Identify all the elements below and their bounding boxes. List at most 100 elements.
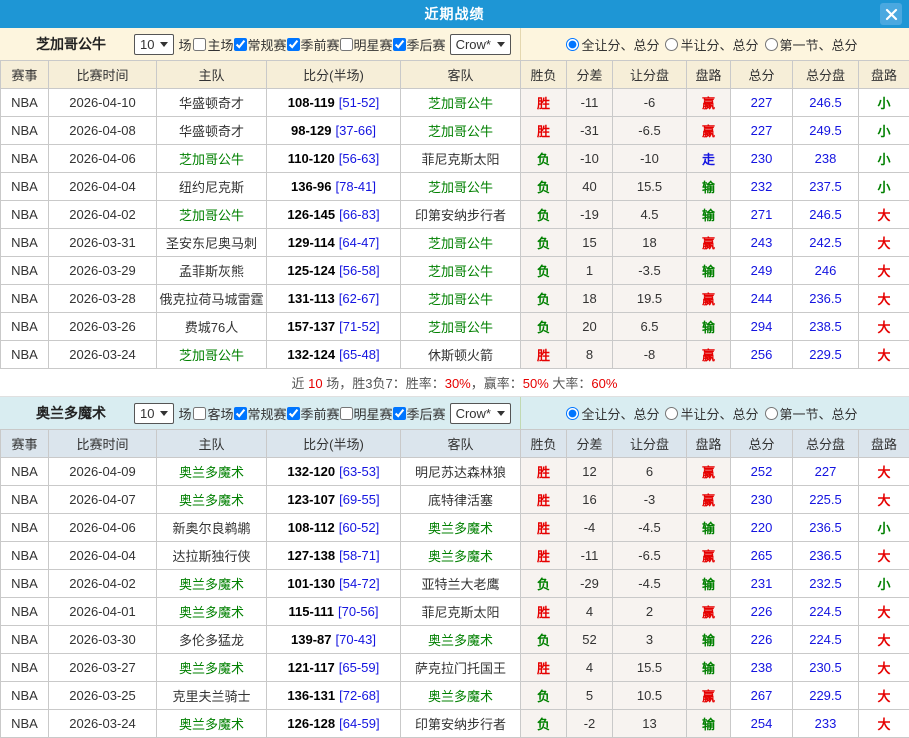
handicap-cell: 18: [613, 229, 687, 257]
score-cell: 123-107[69-55]: [267, 486, 401, 514]
score-cell: 126-145[66-83]: [267, 201, 401, 229]
score-cell: 126-128[64-59]: [267, 710, 401, 738]
away-team-cell: 奥兰多魔术: [401, 542, 521, 570]
score-cell: 125-124[56-58]: [267, 257, 401, 285]
score-fulltime: 129-114: [288, 235, 335, 250]
total-cell: 244: [731, 285, 793, 313]
date-cell: 2026-03-30: [49, 626, 157, 654]
home-team-cell: 奥兰多魔术: [157, 486, 267, 514]
filter-checkbox-input[interactable]: [340, 407, 353, 420]
handicap-result-cell: 输: [687, 514, 731, 542]
score-halftime: [69-55]: [339, 492, 379, 507]
filter-checkbox-input[interactable]: [340, 38, 353, 51]
home-team-cell: 芝加哥公牛: [157, 341, 267, 369]
games-count-value: 10: [140, 406, 154, 421]
total-line-cell: 242.5: [793, 229, 859, 257]
filter-checkbox[interactable]: 常规赛: [234, 35, 287, 54]
team-name: 芝加哥公牛: [36, 34, 106, 54]
stat-mode-radio-input[interactable]: [665, 38, 678, 51]
filter-checkbox[interactable]: 季前赛: [287, 35, 340, 54]
filter-checkbox-input[interactable]: [287, 407, 300, 420]
league-cell: NBA: [1, 458, 49, 486]
filter-checkbox-input[interactable]: [193, 407, 206, 420]
filter-checkbox-input[interactable]: [393, 38, 406, 51]
score-cell: 115-111[70-56]: [267, 598, 401, 626]
score-halftime: [63-53]: [339, 464, 379, 479]
result-cell: 胜: [521, 486, 567, 514]
result-cell: 胜: [521, 514, 567, 542]
result-cell: 胜: [521, 89, 567, 117]
handicap-cell: -3.5: [613, 257, 687, 285]
away-team-cell: 菲尼克斯太阳: [401, 598, 521, 626]
away-team-cell: 菲尼克斯太阳: [401, 145, 521, 173]
filter-checkbox[interactable]: 常规赛: [234, 404, 287, 423]
filter-checkbox-input[interactable]: [234, 38, 247, 51]
point-diff-cell: -11: [567, 542, 613, 570]
filter-checkbox[interactable]: 明星赛: [340, 35, 393, 54]
stat-mode-radio[interactable]: 半让分、总分: [665, 35, 758, 54]
home-team-cell: 克里夫兰骑士: [157, 682, 267, 710]
total-cell: 231: [731, 570, 793, 598]
total-cell: 238: [731, 654, 793, 682]
score-halftime: [64-59]: [339, 716, 379, 731]
filter-checkbox[interactable]: 主场: [193, 35, 233, 54]
game-row: NBA2026-03-24奥兰多魔术126-128[64-59]印第安纳步行者负…: [1, 710, 909, 738]
result-cell: 负: [521, 173, 567, 201]
results-table: 赛事比赛时间主队比分(半场)客队胜负分差让分盘盘路总分总分盘盘路 NBA2026…: [0, 60, 909, 369]
filter-checkbox-input[interactable]: [193, 38, 206, 51]
stat-mode-radio[interactable]: 半让分、总分: [665, 404, 758, 423]
score-halftime: [51-52]: [339, 95, 379, 110]
filter-checkbox-input[interactable]: [287, 38, 300, 51]
handicap-result-cell: 输: [687, 201, 731, 229]
stat-mode-radios: 全让分、总分半让分、总分第一节、总分: [520, 397, 909, 429]
total-line-cell: 232.5: [793, 570, 859, 598]
handicap-result-cell: 输: [687, 257, 731, 285]
score-cell: 129-114[64-47]: [267, 229, 401, 257]
filter-checkboxes: 客场常规赛季前赛明星赛季后赛: [193, 404, 445, 423]
score-halftime: [65-48]: [339, 347, 379, 362]
filter-checkbox[interactable]: 明星赛: [340, 404, 393, 423]
stat-mode-radio-input[interactable]: [566, 407, 579, 420]
league-cell: NBA: [1, 542, 49, 570]
date-cell: 2026-04-06: [49, 145, 157, 173]
stat-mode-radio[interactable]: 第一节、总分: [765, 35, 858, 54]
table-header-row: 赛事比赛时间主队比分(半场)客队胜负分差让分盘盘路总分总分盘盘路: [1, 430, 909, 458]
total-cell: 227: [731, 89, 793, 117]
column-header: 盘路: [687, 61, 731, 89]
stat-mode-radio-input[interactable]: [566, 38, 579, 51]
date-cell: 2026-04-10: [49, 89, 157, 117]
filter-checkbox[interactable]: 客场: [193, 404, 233, 423]
score-halftime: [37-66]: [336, 123, 376, 138]
total-result-cell: 大: [859, 313, 909, 341]
filter-checkbox-input[interactable]: [393, 407, 406, 420]
stat-mode-radio[interactable]: 全让分、总分: [566, 404, 659, 423]
filter-checkbox[interactable]: 季后赛: [393, 35, 446, 54]
crow-select[interactable]: Crow*: [450, 403, 511, 424]
filter-checkbox[interactable]: 季前赛: [287, 404, 340, 423]
close-button[interactable]: [880, 3, 902, 25]
home-team-cell: 芝加哥公牛: [157, 145, 267, 173]
home-team-cell: 奥兰多魔术: [157, 458, 267, 486]
away-team-cell: 芝加哥公牛: [401, 313, 521, 341]
popup-title: 近期战绩: [425, 4, 485, 24]
summary-highlight: 60%: [591, 376, 617, 391]
point-diff-cell: 8: [567, 341, 613, 369]
handicap-result-cell: 赢: [687, 542, 731, 570]
filter-checkbox-input[interactable]: [234, 407, 247, 420]
games-count-select[interactable]: 10: [134, 403, 174, 424]
total-result-cell: 大: [859, 654, 909, 682]
stat-mode-radio[interactable]: 全让分、总分: [566, 35, 659, 54]
point-diff-cell: 5: [567, 682, 613, 710]
summary-highlight: 50%: [523, 376, 549, 391]
away-team-cell: 亚特兰大老鹰: [401, 570, 521, 598]
total-cell: 227: [731, 117, 793, 145]
stat-mode-radio-input[interactable]: [665, 407, 678, 420]
filter-checkbox[interactable]: 季后赛: [393, 404, 446, 423]
stat-mode-radio[interactable]: 第一节、总分: [765, 404, 858, 423]
games-count-value: 10: [140, 37, 154, 52]
crow-select[interactable]: Crow*: [450, 34, 511, 55]
stat-mode-radio-input[interactable]: [765, 407, 778, 420]
games-count-select[interactable]: 10: [134, 34, 174, 55]
stat-mode-radio-input[interactable]: [765, 38, 778, 51]
score-cell: 132-120[63-53]: [267, 458, 401, 486]
